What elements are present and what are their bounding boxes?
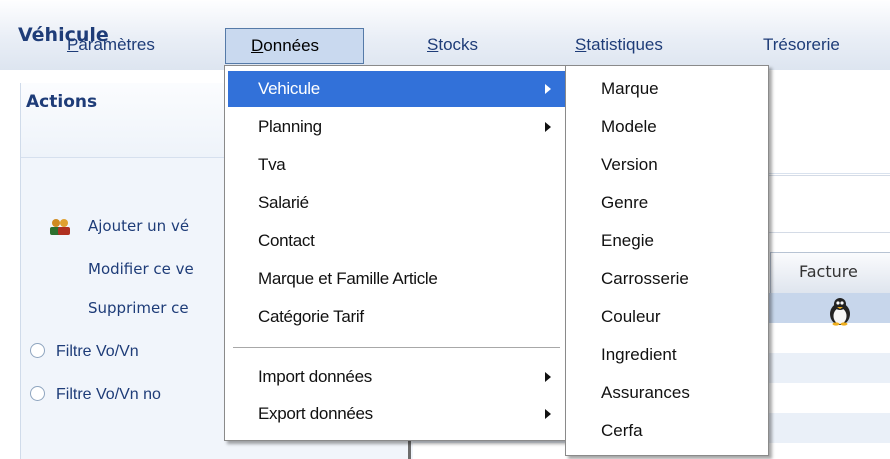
donnees-menu: Vehicule Planning Tva Salarié Contact Ma…: [224, 65, 569, 441]
submenu-item-couleur[interactable]: Couleur: [569, 299, 765, 335]
users-icon: [50, 219, 70, 235]
pane-title: Véhicule: [18, 24, 109, 46]
add-vehicle-action[interactable]: Ajouter un vé: [88, 217, 189, 235]
menu-item-contact[interactable]: Contact: [228, 223, 565, 259]
menu-stocks[interactable]: Stocks: [402, 28, 503, 64]
menu-tresorerie[interactable]: Trésorerie: [738, 28, 865, 64]
menu-bar: Paramètres Données Stocks Statistiques T…: [0, 0, 890, 70]
submenu-item-genre[interactable]: Genre: [569, 185, 765, 221]
delete-vehicle-action[interactable]: Supprimer ce: [88, 299, 189, 317]
radio-icon: [30, 386, 45, 401]
menu-item-export-donnees[interactable]: Export données: [228, 396, 565, 432]
menu-item-categorie-tarif[interactable]: Catégorie Tarif: [228, 299, 565, 335]
filter-vo-vn-radio[interactable]: Filtre Vo/Vn: [30, 343, 139, 361]
penguin-icon: [830, 298, 850, 326]
submenu-item-modele[interactable]: Modele: [569, 109, 765, 145]
submenu-item-cerfa[interactable]: Cerfa: [569, 413, 765, 449]
menu-item-tva[interactable]: Tva: [228, 147, 565, 183]
actions-heading: Actions: [26, 92, 98, 112]
filter-vo-vn-no-radio[interactable]: Filtre Vo/Vn no: [30, 386, 161, 404]
menu-item-vehicule[interactable]: Vehicule: [228, 71, 565, 107]
menu-donnees[interactable]: Données: [225, 28, 364, 64]
menu-separator: [233, 347, 560, 349]
vehicule-submenu: Marque Modele Version Genre Enegie Carro…: [565, 65, 769, 456]
submenu-arrow-icon: [545, 122, 551, 132]
radio-icon: [30, 343, 45, 358]
submenu-item-version[interactable]: Version: [569, 147, 765, 183]
menu-item-import-donnees[interactable]: Import données: [228, 359, 565, 395]
submenu-item-ingredient[interactable]: Ingredient: [569, 337, 765, 373]
menu-item-planning[interactable]: Planning: [228, 109, 565, 145]
submenu-item-assurances[interactable]: Assurances: [569, 375, 765, 411]
submenu-item-energie[interactable]: Enegie: [569, 223, 765, 259]
menu-item-salarie[interactable]: Salarié: [228, 185, 565, 221]
submenu-arrow-icon: [545, 409, 551, 419]
submenu-arrow-icon: [545, 372, 551, 382]
edit-vehicle-action[interactable]: Modifier ce ve: [88, 260, 194, 278]
menu-item-marque-famille-article[interactable]: Marque et Famille Article: [228, 261, 565, 297]
submenu-item-carrosserie[interactable]: Carrosserie: [569, 261, 765, 297]
submenu-item-marque[interactable]: Marque: [569, 71, 765, 107]
submenu-arrow-icon: [545, 84, 551, 94]
grid-header-facture-label: Facture: [799, 262, 858, 281]
menu-statistiques[interactable]: Statistiques: [550, 28, 688, 64]
